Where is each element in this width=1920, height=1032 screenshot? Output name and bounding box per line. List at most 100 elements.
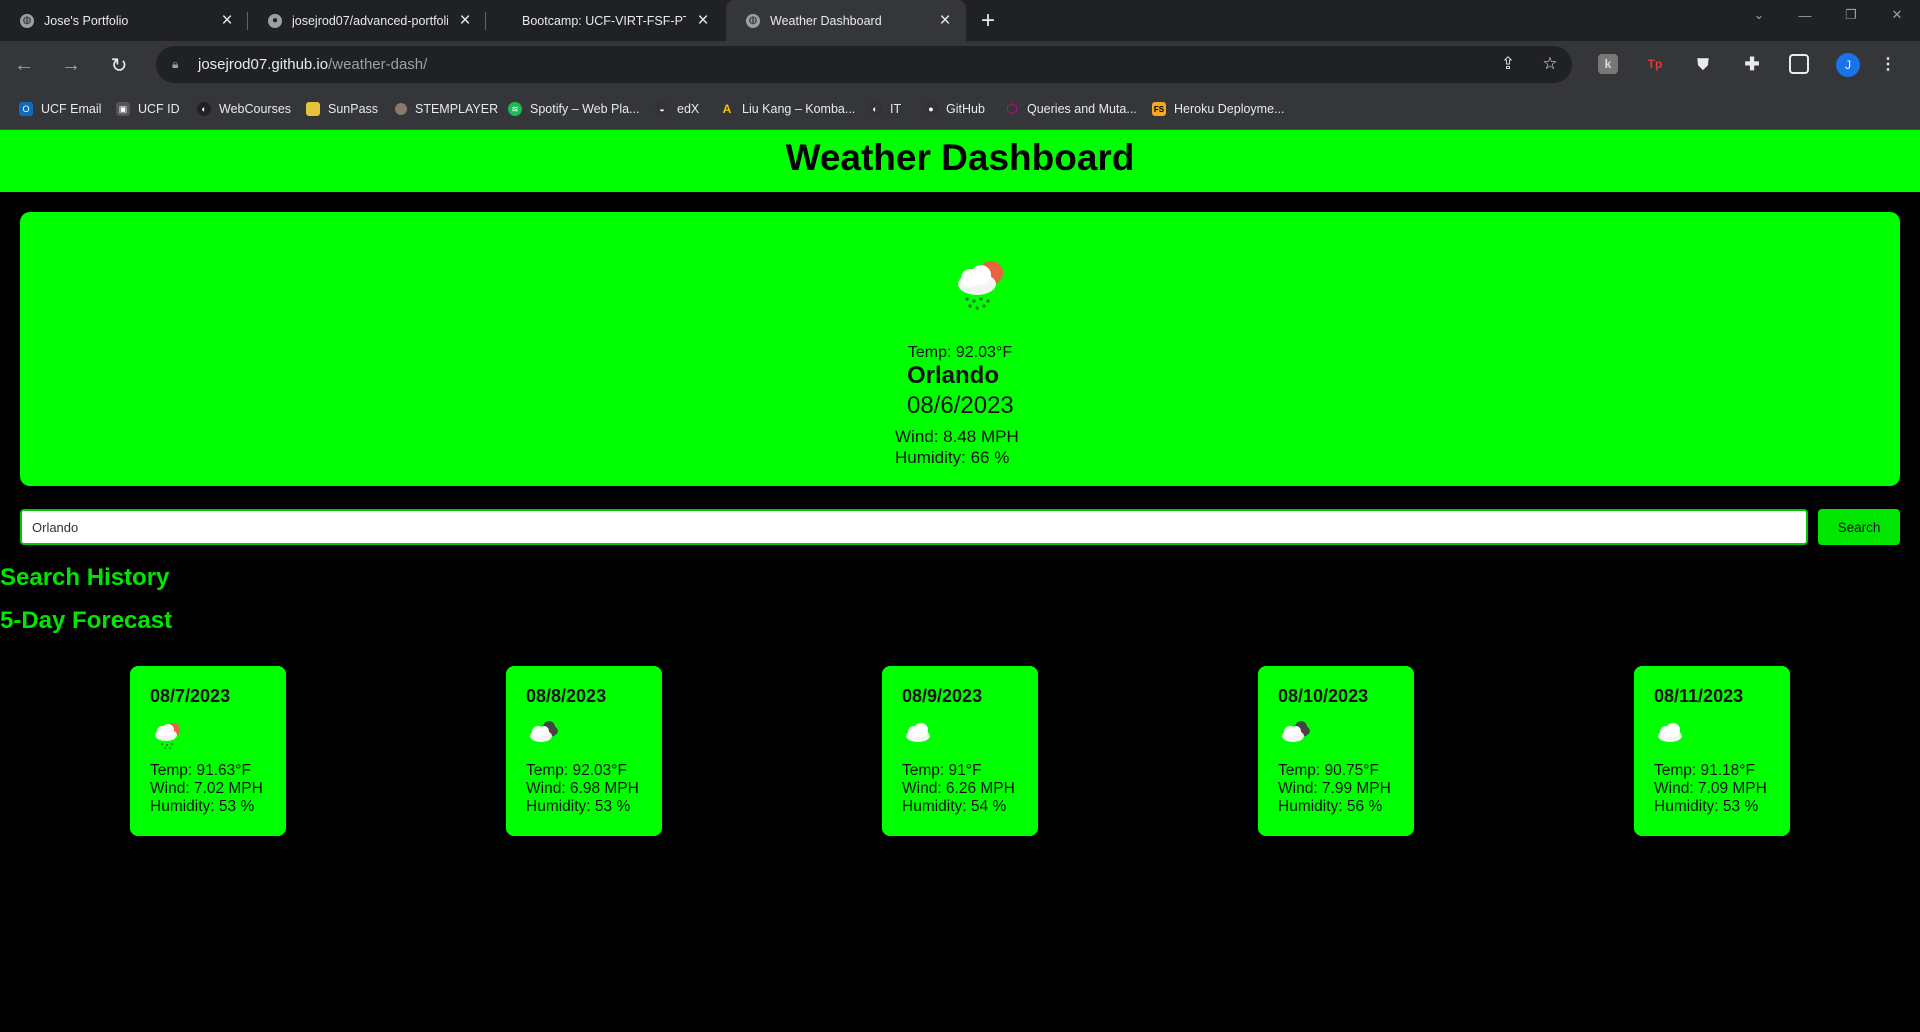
current-date: 08/6/2023 [907, 392, 1014, 419]
broken-clouds-icon [1282, 721, 1310, 742]
tab-search-chevron-icon[interactable]: ⌄ [1736, 0, 1782, 30]
restore-icon[interactable]: ❐ [1828, 0, 1874, 30]
stemplayer-icon [395, 103, 407, 115]
bookmark-webcourses[interactable]: ◐ WebCourses [197, 99, 291, 119]
forecast-card: 08/8/2023 Temp: 92.03°F Wind: 6.98 MPH H… [506, 666, 662, 836]
sunpass-icon [306, 102, 320, 116]
new-tab-button[interactable]: + [975, 7, 1001, 34]
tab-label: Weather Dashboard [770, 13, 882, 28]
page-title: Weather Dashboard [785, 137, 1135, 178]
tab-github[interactable]: ● josejrod07/advanced-portfolio × [248, 0, 486, 41]
bookmark-heroku[interactable]: FS Heroku Deployme... [1152, 99, 1284, 119]
bookmark-label: SunPass [328, 102, 379, 116]
bookmark-stemplayer[interactable]: STEMPLAYER [395, 99, 498, 119]
rain-cloud-sun-icon [958, 261, 1003, 310]
menu-kebab-icon[interactable]: ⋮ [1878, 54, 1898, 74]
cloud-icon [906, 723, 930, 742]
address-bar[interactable]: 🔒︎ josejrod07.github.io/weather-dash/ ⇪ … [156, 46, 1572, 83]
forecast-wind: Wind: 6.26 MPH [902, 780, 1015, 797]
window-close-icon[interactable]: ✕ [1874, 0, 1920, 30]
forecast-date: 08/8/2023 [526, 686, 607, 706]
page-header: Weather Dashboard [0, 130, 1920, 192]
tab-bootcamp[interactable]: Bootcamp: UCF-VIRT-FSF-PT-0 × [486, 0, 724, 41]
id-card-icon: ▣ [116, 102, 130, 116]
lock-icon[interactable]: 🔒︎ [172, 57, 186, 72]
shield-icon[interactable]: ⛊ [1693, 54, 1713, 74]
back-arrow-icon[interactable]: ← [9, 50, 39, 80]
forecast-heading: 5-Day Forecast [0, 607, 173, 634]
graphql-icon: ⬡ [1006, 101, 1018, 116]
forecast-temp: Temp: 91.63°F [150, 762, 251, 779]
forecast-wind: Wind: 7.99 MPH [1278, 780, 1391, 797]
forecast-date: 08/7/2023 [150, 686, 231, 706]
bookmark-spotify[interactable]: ≋ Spotify – Web Pla... [508, 99, 640, 119]
bookmark-it[interactable]: ◐ IT [868, 99, 901, 119]
browser-tab-strip: ◍ Jose's Portfolio × ● josejrod07/advanc… [0, 0, 1920, 41]
minimize-icon[interactable]: — [1782, 0, 1828, 30]
forecast-temp: Temp: 91°F [902, 762, 982, 779]
bookmark-ucf-email[interactable]: O UCF Email [19, 99, 101, 119]
close-icon[interactable]: × [456, 10, 474, 31]
share-icon[interactable]: ⇪ [1498, 54, 1518, 74]
search-history-heading: Search History [0, 564, 170, 591]
bookmark-sunpass[interactable]: SunPass [306, 99, 378, 119]
bookmark-label: UCF ID [138, 102, 180, 116]
current-weather-card: Temp: 92.03°F Orlando 08/6/2023 Wind: 8.… [20, 212, 1900, 486]
current-temp-text: Temp: 92.03°F [907, 344, 1013, 361]
tab-portfolio[interactable]: ◍ Jose's Portfolio × [0, 0, 248, 41]
url-path: /weather-dash/ [328, 56, 428, 73]
extension-icon[interactable]: k [1598, 54, 1618, 74]
globe-icon: ◍ [20, 13, 34, 28]
forecast-temp: Temp: 91.18°F [1654, 762, 1755, 779]
tab-label: Jose's Portfolio [44, 13, 129, 28]
spotify-icon: ≋ [508, 102, 522, 116]
rain-cloud-sun-icon [155, 723, 180, 749]
close-icon[interactable]: × [694, 10, 712, 31]
broken-clouds-icon [530, 721, 558, 742]
profile-avatar[interactable]: J [1836, 53, 1860, 77]
url-text: josejrod07.github.io/weather-dash/ [198, 56, 427, 73]
bookmark-label: Spotify – Web Pla... [530, 102, 640, 116]
current-wind: Wind: 8.48 MPH [895, 427, 1019, 446]
bookmark-label: STEMPLAYER [415, 102, 499, 116]
forecast-date: 08/11/2023 [1654, 686, 1744, 706]
forecast-card: 08/10/2023 Temp: 90.75°F Wind: 7.99 MPH … [1258, 666, 1414, 836]
close-icon[interactable]: × [218, 10, 236, 31]
puzzle-extensions-icon[interactable]: ✚ [1742, 54, 1762, 74]
forecast-humidity: Humidity: 53 % [1654, 798, 1759, 815]
forecast-wind: Wind: 7.09 MPH [1654, 780, 1767, 797]
forecast-temp: Temp: 92.03°F [526, 762, 627, 779]
city-search-input[interactable] [20, 509, 1808, 545]
bookmark-github[interactable]: ● GitHub [924, 99, 985, 119]
browser-toolbar: ← → ↻ 🔒︎ josejrod07.github.io/weather-da… [0, 41, 1920, 88]
side-panel-icon[interactable] [1789, 54, 1809, 74]
bookmark-label: Queries and Muta... [1027, 102, 1137, 116]
globe-icon: ◍ [746, 13, 760, 28]
it-icon: ◐ [868, 102, 882, 116]
forecast-wind: Wind: 6.98 MPH [526, 780, 639, 797]
bookmark-edx[interactable]: ◒ edX [655, 99, 699, 119]
tab-label: josejrod07/advanced-portfolio [292, 13, 448, 28]
cloud-icon [1658, 723, 1682, 742]
bookmark-label: IT [890, 102, 902, 116]
page-content: Weather Dashboard Temp: 92.03°F Orlando … [0, 130, 1920, 1032]
bookmarks-bar: O UCF Email ▣ UCF ID ◐ WebCourses SunPass S… [0, 88, 1920, 130]
bookmark-queries-mutations[interactable]: ⬡ Queries and Muta... [1005, 99, 1137, 119]
url-host: josejrod07.github.io [198, 56, 329, 73]
search-button[interactable]: Search [1818, 509, 1900, 545]
bookmark-label: Heroku Deployme... [1174, 102, 1285, 116]
bookmark-star-icon[interactable]: ☆ [1540, 54, 1560, 74]
forecast-humidity: Humidity: 53 % [150, 798, 255, 815]
bookmark-ucf-id[interactable]: ▣ UCF ID [116, 99, 180, 119]
forward-arrow-icon[interactable]: → [56, 50, 86, 80]
forecast-humidity: Humidity: 53 % [526, 798, 631, 815]
forecast-card: 08/9/2023 Temp: 91°F Wind: 6.26 MPH Humi… [882, 666, 1038, 836]
forecast-humidity: Humidity: 56 % [1278, 798, 1383, 815]
tab-weather-dashboard[interactable]: ◍ Weather Dashboard × [726, 0, 966, 41]
close-icon[interactable]: × [936, 10, 954, 31]
reload-icon[interactable]: ↻ [104, 50, 134, 80]
tp-extension-icon[interactable]: Tp [1645, 54, 1665, 74]
forecast-date: 08/9/2023 [902, 686, 983, 706]
current-city: Orlando [907, 362, 1000, 389]
bookmark-liu-kang[interactable]: A Liu Kang – Komba... [720, 99, 856, 119]
